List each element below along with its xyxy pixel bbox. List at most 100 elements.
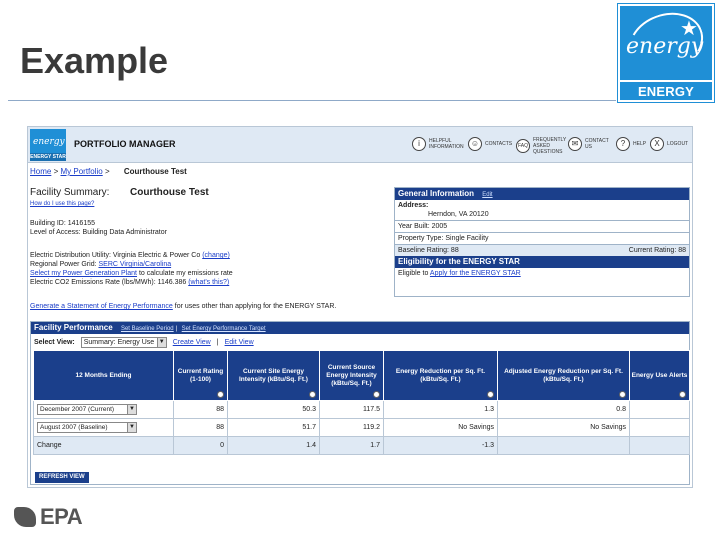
eligibility-row: Eligible to Apply for the ENERGY STAR [395,268,689,279]
co2-text: Electric CO2 Emissions Rate (lbs/MWh): 1… [30,279,187,286]
period-value: December 2007 (Current) [40,406,115,413]
power-plant-rest: to calculate my emissions rate [137,270,233,277]
logo-upper: ★ energy [620,2,712,84]
chevron-down-icon: ▼ [156,337,166,347]
apply-energy-star-link[interactable]: Apply for the ENERGY STAR [430,270,521,277]
nav-contact-us[interactable]: ✉ Contact Us [568,137,611,151]
table-header-row: 12 Months Ending Current Rating (1-100) … [33,350,690,401]
utility-line: Electric Distribution Utility: Virginia … [30,251,233,260]
epa-flower-icon [14,507,36,527]
logout-icon: X [650,137,664,151]
period-cell: August 2007 (Baseline) ▼ [33,418,174,437]
how-to-link-wrap: How do I use this page? [30,201,94,207]
general-info-heading: General Information [398,189,475,198]
access-level: Level of Access: Building Data Administr… [30,229,167,236]
source-intensity-cell: 1.7 [319,436,384,455]
pm-logo: energy ENERGY STAR [30,129,66,161]
col-header-text: Current Rating (1-100) [177,367,224,383]
year-built-row: Year Built: 2005 [395,220,689,232]
period-dropdown[interactable]: December 2007 (Current) ▼ [37,404,137,415]
create-view-link[interactable]: Create View [173,339,211,346]
nav-label: Logout [667,141,689,147]
column-radio[interactable] [309,391,316,398]
logo-lower: ENERGY STAR [620,80,712,119]
col-header-text: Energy Use Alerts [631,371,688,379]
address-row: Address: Herndon, VA 20120 [395,200,689,220]
logo-label: ENERGY STAR [637,84,695,119]
col-header-reduction: Energy Reduction per Sq. Ft. (kBtu/Sq. F… [383,350,498,401]
nav-label: Contact Us [585,138,609,150]
column-radio[interactable] [217,391,224,398]
general-info-edit-link[interactable]: Edit [482,192,492,198]
contact-us-icon: ✉ [568,137,582,151]
column-radio[interactable] [679,391,686,398]
how-to-link[interactable]: How do I use this page? [30,201,94,207]
power-grid-label: Regional Power Grid: [30,261,97,268]
period-dropdown[interactable]: August 2007 (Baseline) ▼ [37,422,137,433]
column-radio[interactable] [619,391,626,398]
col-header-alerts: Energy Use Alerts [629,350,690,401]
pm-logo-script: energy [33,137,65,147]
set-target-link[interactable]: Set Energy Performance Target [182,326,266,332]
table-row: December 2007 (Current) ▼ 88 50.3 117.5 … [33,400,690,419]
epa-text: EPA [40,504,83,529]
breadcrumb-home[interactable]: Home [30,167,51,176]
co2-whats-this-link[interactable]: (what's this?) [188,279,229,286]
pm-header: energy ENERGY STAR PORTFOLIO MANAGER i H… [28,127,692,163]
refresh-view-button[interactable]: REFRESH VIEW [35,472,89,483]
title-divider [8,100,616,101]
facility-name: Courthouse Test [130,187,209,198]
set-baseline-link[interactable]: Set Baseline Period [121,326,174,332]
general-info-header: General Information Edit [395,188,689,200]
utility-text: Electric Distribution Utility: Virginia … [30,252,201,259]
facility-summary: Facility Summary: Courthouse Test [30,187,209,198]
edit-view-link[interactable]: Edit View [225,339,254,346]
performance-heading: Facility Performance [34,323,113,332]
building-id: Building ID: 1416155 [30,220,95,227]
nav-help[interactable]: ? Help [616,137,646,151]
address-value: Herndon, VA 20120 [428,211,489,218]
select-power-plant-link[interactable]: Select my Power Generation Plant [30,270,137,277]
nav-helpful-information[interactable]: i Helpful Information [412,137,465,151]
nav-contacts[interactable]: ☺ Contacts [468,137,517,151]
period-cell: December 2007 (Current) ▼ [33,400,174,419]
column-radio[interactable] [487,391,494,398]
select-view-row: Select View: Summary: Energy Use ▼ Creat… [31,334,689,350]
col-header-text: Energy Reduction per Sq. Ft. (kBtu/Sq. F… [395,367,486,383]
site-intensity-cell: 51.7 [227,418,320,437]
chevron-down-icon: ▼ [127,423,136,432]
breadcrumb-current: Courthouse Test [123,167,187,176]
source-intensity-cell: 117.5 [319,400,384,419]
pm-logo-caption: ENERGY STAR [30,153,66,161]
general-information-panel: General Information Edit Address: Herndo… [394,187,690,297]
select-view-dropdown[interactable]: Summary: Energy Use ▼ [80,336,167,348]
epa-logo: EPA [14,504,83,530]
facility-summary-label: Facility Summary: [30,187,110,198]
power-grid-link[interactable]: SERC Virginia/Carolina [98,261,171,268]
reduction-cell: -1.3 [383,436,498,455]
breadcrumb-sep: > [104,167,110,176]
generate-statement-rest: for uses other than applying for the ENE… [172,303,337,310]
utility-change-link[interactable]: (change) [202,252,230,259]
col-header-source-intensity: Current Source Energy Intensity (kBtu/Sq… [319,350,384,401]
view-divider: | [216,338,219,346]
col-header-adjusted-reduction: Adjusted Energy Reduction per Sq. Ft. (k… [497,350,630,401]
baseline-rating: Baseline Rating: 88 [398,247,459,254]
table-row: August 2007 (Baseline) ▼ 88 51.7 119.2 N… [33,418,690,437]
column-radio[interactable] [373,391,380,398]
power-grid-line: Regional Power Grid: SERC Virginia/Carol… [30,260,233,269]
generate-statement-link[interactable]: Generate a Statement of Energy Performan… [30,303,173,310]
performance-table: 12 Months Ending Current Rating (1-100) … [33,350,690,455]
property-type-row: Property Type: Single Facility [395,232,689,244]
adjusted-reduction-cell: No Savings [497,418,630,437]
adjusted-reduction-cell [497,436,630,455]
utility-info: Electric Distribution Utility: Virginia … [30,251,233,287]
nav-logout[interactable]: X Logout [650,137,688,151]
breadcrumb: Home > My Portfolio > Courthouse Test [30,167,187,176]
co2-line: Electric CO2 Emissions Rate (lbs/MWh): 1… [30,278,233,287]
performance-header: Facility Performance Set Baseline Period… [31,322,689,334]
generate-statement-line: Generate a Statement of Energy Performan… [30,303,336,310]
breadcrumb-portfolio[interactable]: My Portfolio [60,167,102,176]
col-header-rating: Current Rating (1-100) [173,350,228,401]
chevron-down-icon: ▼ [127,405,136,414]
